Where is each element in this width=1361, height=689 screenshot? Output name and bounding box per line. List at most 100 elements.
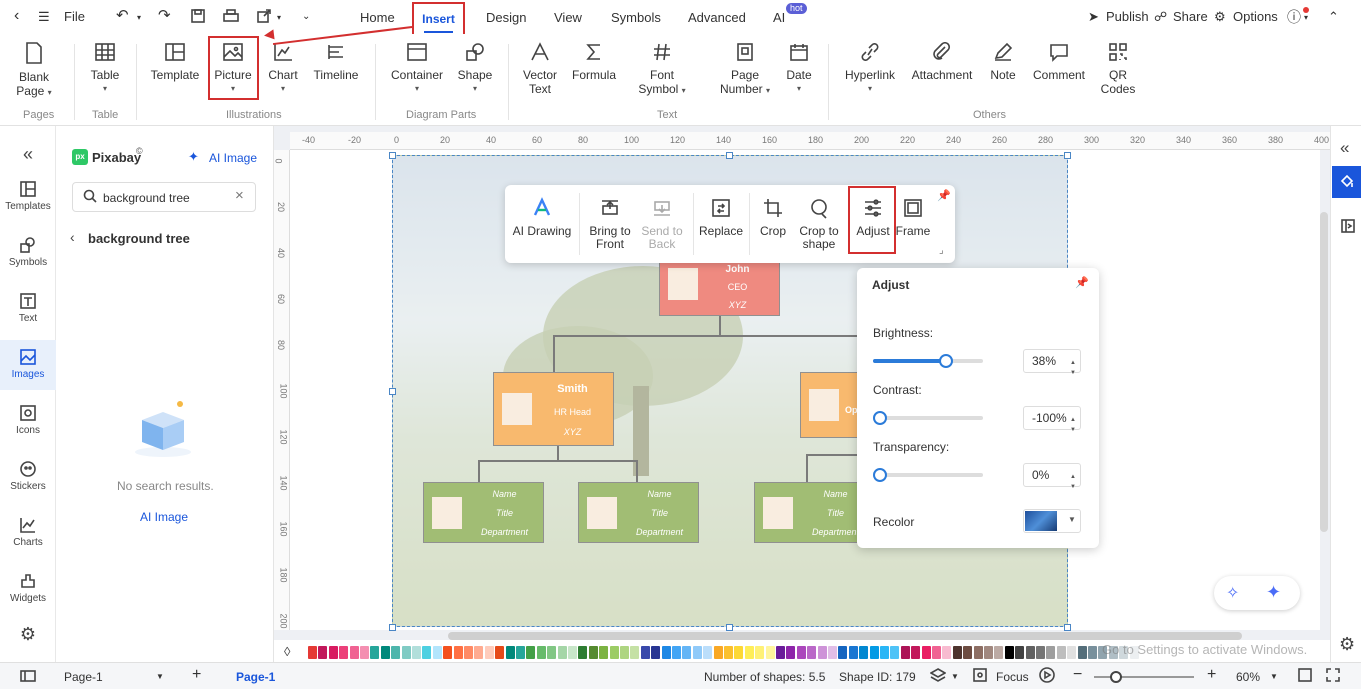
color-swatch[interactable] — [339, 646, 349, 659]
horizontal-scrollbar[interactable] — [448, 632, 1242, 640]
tab-advanced[interactable]: Advanced — [688, 10, 746, 25]
color-swatch[interactable] — [848, 646, 858, 659]
undo-icon[interactable]: ↶ — [116, 6, 129, 24]
more-icon[interactable]: ⌄ — [302, 11, 310, 22]
color-swatch[interactable] — [817, 646, 827, 659]
redo-icon[interactable]: ↷ — [158, 6, 171, 24]
color-swatch[interactable] — [692, 646, 702, 659]
color-swatch[interactable] — [744, 646, 754, 659]
icons-nav[interactable]: Icons — [0, 404, 56, 436]
color-swatch[interactable] — [952, 646, 962, 659]
color-swatch[interactable] — [328, 646, 338, 659]
color-swatch[interactable] — [391, 646, 401, 659]
color-swatch[interactable] — [1067, 646, 1077, 659]
color-swatch[interactable] — [1015, 646, 1025, 659]
replace-button[interactable]: Replace — [699, 197, 743, 238]
color-swatch[interactable] — [921, 646, 931, 659]
formula-button[interactable]: Formula — [570, 42, 618, 82]
color-swatch[interactable] — [432, 646, 442, 659]
menu-icon[interactable]: ☰ — [38, 9, 50, 25]
zoom-knob[interactable] — [1110, 671, 1122, 683]
fullscreen-icon[interactable] — [1326, 668, 1340, 685]
color-swatch[interactable] — [380, 646, 390, 659]
add-page-icon[interactable]: + — [192, 666, 201, 684]
page-tab[interactable]: Page-1 — [236, 670, 275, 684]
chevron-down-icon[interactable]: ▼ — [951, 672, 959, 681]
chart-button[interactable]: Chart ▾ — [264, 42, 302, 96]
picture-button[interactable]: Picture ▾ — [210, 42, 256, 96]
color-swatch[interactable] — [973, 646, 983, 659]
color-swatch[interactable] — [1004, 646, 1014, 659]
blank-page-button[interactable]: Blank Page ▾ — [14, 42, 54, 100]
color-swatch[interactable] — [713, 646, 723, 659]
panel-icon[interactable] — [1340, 218, 1356, 237]
frame-button[interactable]: Frame — [895, 197, 931, 238]
chevron-down-icon[interactable]: ▼ — [156, 672, 164, 681]
resize-handle[interactable] — [389, 152, 396, 159]
ai-drawing-button[interactable]: AI Drawing — [511, 197, 573, 238]
bring-to-front-button[interactable]: Bring to Front — [585, 197, 635, 251]
color-swatch[interactable] — [474, 646, 484, 659]
contrast-input[interactable]: -100% ▲ ▼ — [1023, 406, 1081, 433]
publish-button[interactable]: Publish — [1106, 9, 1149, 24]
crop-button[interactable]: Crop — [755, 197, 791, 238]
color-swatch[interactable] — [360, 646, 369, 659]
timeline-button[interactable]: Timeline — [310, 42, 362, 82]
help-dropdown-icon[interactable]: ▾ — [1304, 13, 1308, 22]
file-menu[interactable]: File — [64, 9, 85, 24]
color-swatch[interactable] — [963, 646, 973, 659]
crop-to-shape-button[interactable]: Crop to shape — [795, 197, 843, 251]
help-icon[interactable]: ⓘ — [1287, 7, 1301, 27]
color-swatch[interactable] — [734, 646, 744, 659]
decrement-icon[interactable]: ▼ — [1070, 419, 1076, 441]
color-swatch[interactable] — [1025, 646, 1035, 659]
color-swatch[interactable] — [599, 646, 609, 659]
color-swatch[interactable] — [1056, 646, 1066, 659]
magic-wand-icon[interactable]: ✧ — [1226, 583, 1239, 603]
color-swatch[interactable] — [661, 646, 671, 659]
search-box[interactable]: background tree × — [72, 182, 256, 212]
color-swatch[interactable] — [318, 646, 328, 659]
color-swatch[interactable] — [464, 646, 473, 659]
color-swatch[interactable] — [651, 646, 661, 659]
color-swatch[interactable] — [786, 646, 796, 659]
collapse-icon[interactable]: ⌃ — [1328, 9, 1339, 25]
collapse-right-icon[interactable]: « — [1340, 138, 1349, 158]
note-button[interactable]: Note — [986, 42, 1020, 82]
pin-icon[interactable]: 📌 — [937, 189, 951, 202]
widgets-nav[interactable]: Widgets — [0, 572, 56, 604]
color-swatch[interactable] — [672, 646, 681, 659]
color-swatch[interactable] — [900, 646, 910, 659]
clear-icon[interactable]: × — [235, 187, 244, 204]
color-swatch[interactable] — [828, 646, 837, 659]
undo-dropdown-icon[interactable]: ▾ — [137, 13, 141, 22]
export-icon[interactable] — [256, 8, 272, 27]
stickers-nav[interactable]: Stickers — [0, 460, 56, 492]
color-swatch[interactable] — [495, 646, 505, 659]
color-swatch[interactable] — [838, 646, 848, 659]
resize-handle[interactable] — [1064, 624, 1071, 631]
zoom-out-icon[interactable]: − — [1073, 666, 1082, 684]
color-swatch[interactable] — [1036, 646, 1045, 659]
templates-nav[interactable]: Templates — [0, 180, 56, 212]
color-swatch[interactable] — [630, 646, 640, 659]
resize-handle[interactable] — [726, 624, 733, 631]
date-button[interactable]: Date ▾ — [784, 42, 814, 96]
vertical-scrollbar[interactable] — [1320, 212, 1328, 532]
print-icon[interactable] — [222, 8, 240, 27]
color-swatch[interactable] — [536, 646, 546, 659]
share-button[interactable]: Share — [1173, 9, 1208, 24]
color-swatch[interactable] — [869, 646, 879, 659]
sparkle-icon[interactable]: ✦ — [1266, 582, 1281, 603]
color-swatch[interactable] — [578, 646, 588, 659]
template-button[interactable]: Template — [150, 42, 200, 82]
tab-ai[interactable]: AI — [773, 10, 785, 25]
color-swatch[interactable] — [484, 646, 494, 659]
text-nav[interactable]: Text — [0, 292, 56, 324]
container-button[interactable]: Container ▾ — [388, 42, 446, 96]
back-icon[interactable]: ‹ — [14, 7, 19, 25]
color-swatch[interactable] — [443, 646, 453, 659]
color-swatch[interactable] — [942, 646, 952, 659]
send-to-back-button[interactable]: Send to Back — [637, 197, 687, 251]
color-swatch[interactable] — [1046, 646, 1056, 659]
